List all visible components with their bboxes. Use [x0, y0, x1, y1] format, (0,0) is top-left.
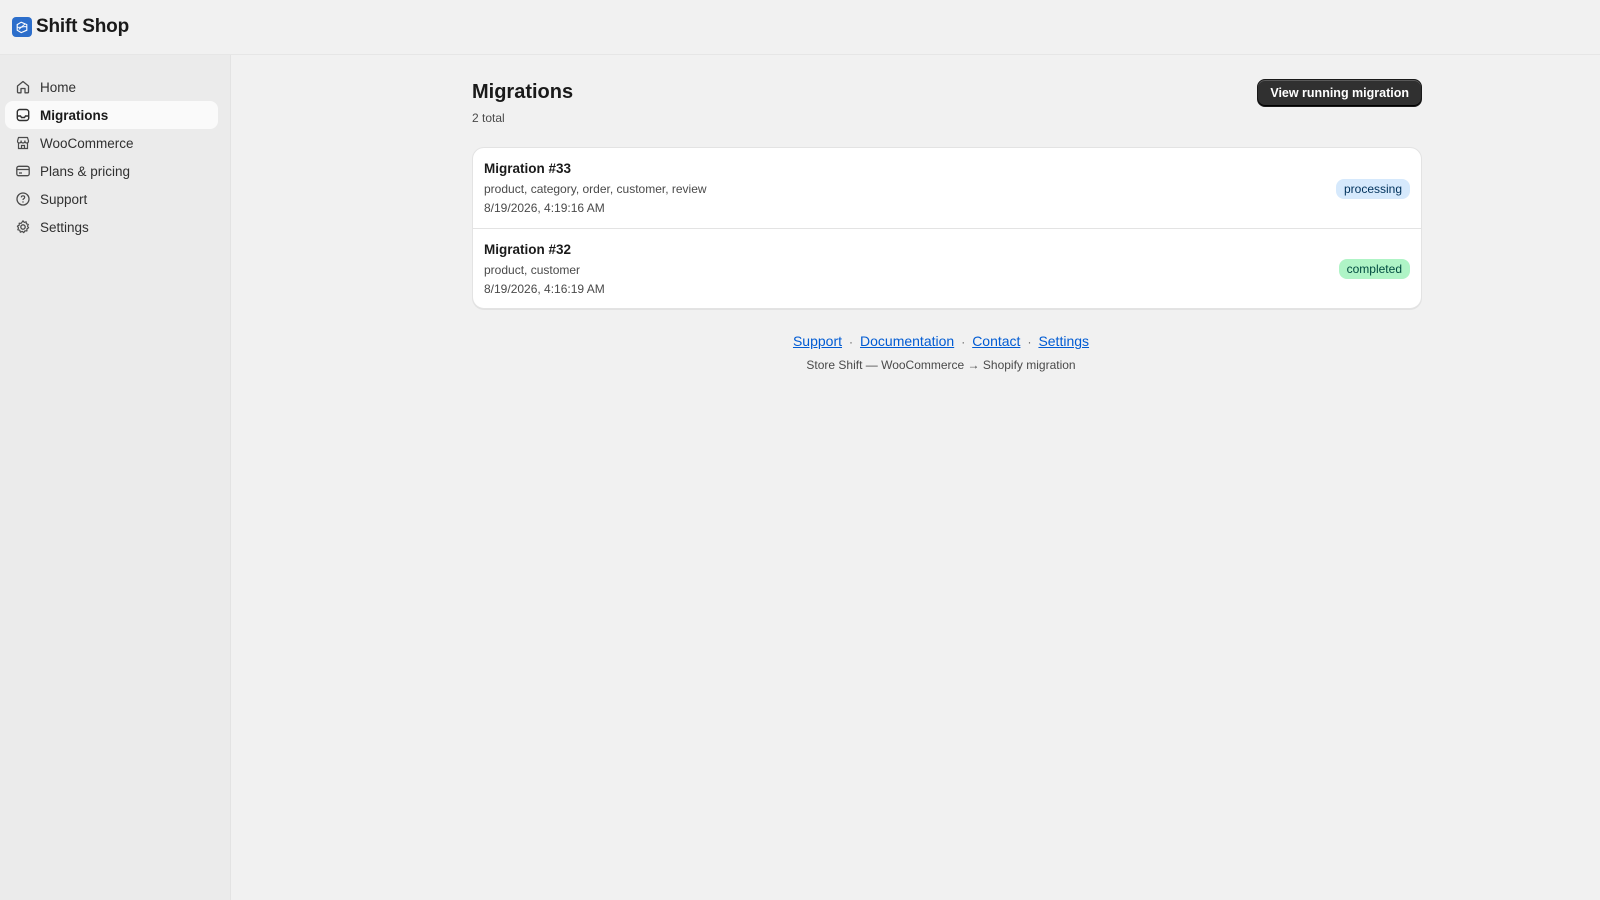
sidebar-item-label: Settings — [40, 219, 89, 235]
migration-timestamp: 8/19/2026, 4:16:19 AM — [484, 282, 605, 296]
home-icon — [15, 79, 31, 95]
list-item[interactable]: Migration #32 product, customer 8/19/202… — [473, 228, 1421, 308]
footer-link-documentation[interactable]: Documentation — [860, 333, 954, 349]
view-running-migration-button[interactable]: View running migration — [1257, 79, 1422, 107]
question-circle-icon — [15, 191, 31, 207]
footer-link-settings[interactable]: Settings — [1038, 333, 1089, 349]
sidebar: Home Migrations WooCommerce Plans & pric… — [0, 55, 231, 900]
store-icon — [15, 135, 31, 151]
sidebar-item-label: Plans & pricing — [40, 163, 131, 179]
sidebar-item-home[interactable]: Home — [5, 73, 218, 101]
footer: Support · Documentation · Contact · Settings S… — [472, 333, 1422, 372]
migration-title: Migration #33 — [484, 161, 572, 176]
migration-title: Migration #32 — [484, 242, 572, 257]
sidebar-item-label: Home — [40, 79, 77, 95]
sidebar-item-migrations[interactable]: Migrations — [5, 101, 218, 129]
migration-timestamp: 8/19/2026, 4:19:16 AM — [484, 201, 605, 215]
sidebar-item-settings[interactable]: Settings — [5, 213, 218, 241]
top-bar: Shift Shop — [0, 0, 1600, 55]
store-shift-app-icon — [12, 17, 32, 37]
list-item[interactable]: Migration #33 product, category, order, … — [473, 148, 1421, 228]
status-badge: completed — [1338, 259, 1410, 279]
sidebar-item-woocommerce[interactable]: WooCommerce — [5, 129, 218, 157]
footer-separator: · — [849, 335, 854, 349]
sidebar-item-plans-pricing[interactable]: Plans & pricing — [5, 157, 218, 185]
status-badge: processing — [1335, 178, 1410, 199]
footer-separator: · — [961, 335, 966, 349]
footer-link-contact[interactable]: Contact — [972, 333, 1020, 349]
inbox-icon — [15, 107, 31, 123]
page-header: Migrations 2 total View running migratio… — [472, 79, 1422, 147]
migration-entities: product, customer — [484, 263, 581, 277]
sidebar-item-label: WooCommerce — [40, 135, 134, 151]
sidebar-item-support[interactable]: Support — [5, 185, 218, 213]
sidebar-item-label: Support — [40, 191, 88, 207]
credit-card-icon — [15, 163, 31, 179]
app-title: Shift Shop — [36, 16, 129, 37]
footer-note: Store Shift — WooCommerce → Shopify migr… — [806, 358, 1076, 372]
gear-icon — [15, 219, 31, 235]
sidebar-item-label: Migrations — [40, 107, 109, 123]
footer-link-support[interactable]: Support — [793, 333, 842, 349]
footer-links: Support · Documentation · Contact · Settings — [460, 333, 1422, 349]
page-title: Migrations — [472, 81, 574, 103]
main-content: Migrations 2 total View running migratio… — [472, 79, 1422, 372]
migration-count: 2 total — [472, 111, 505, 125]
footer-separator: · — [1027, 335, 1032, 349]
migration-entities: product, category, order, customer, revi… — [484, 182, 707, 196]
migrations-list: Migration #33 product, category, order, … — [472, 147, 1422, 309]
